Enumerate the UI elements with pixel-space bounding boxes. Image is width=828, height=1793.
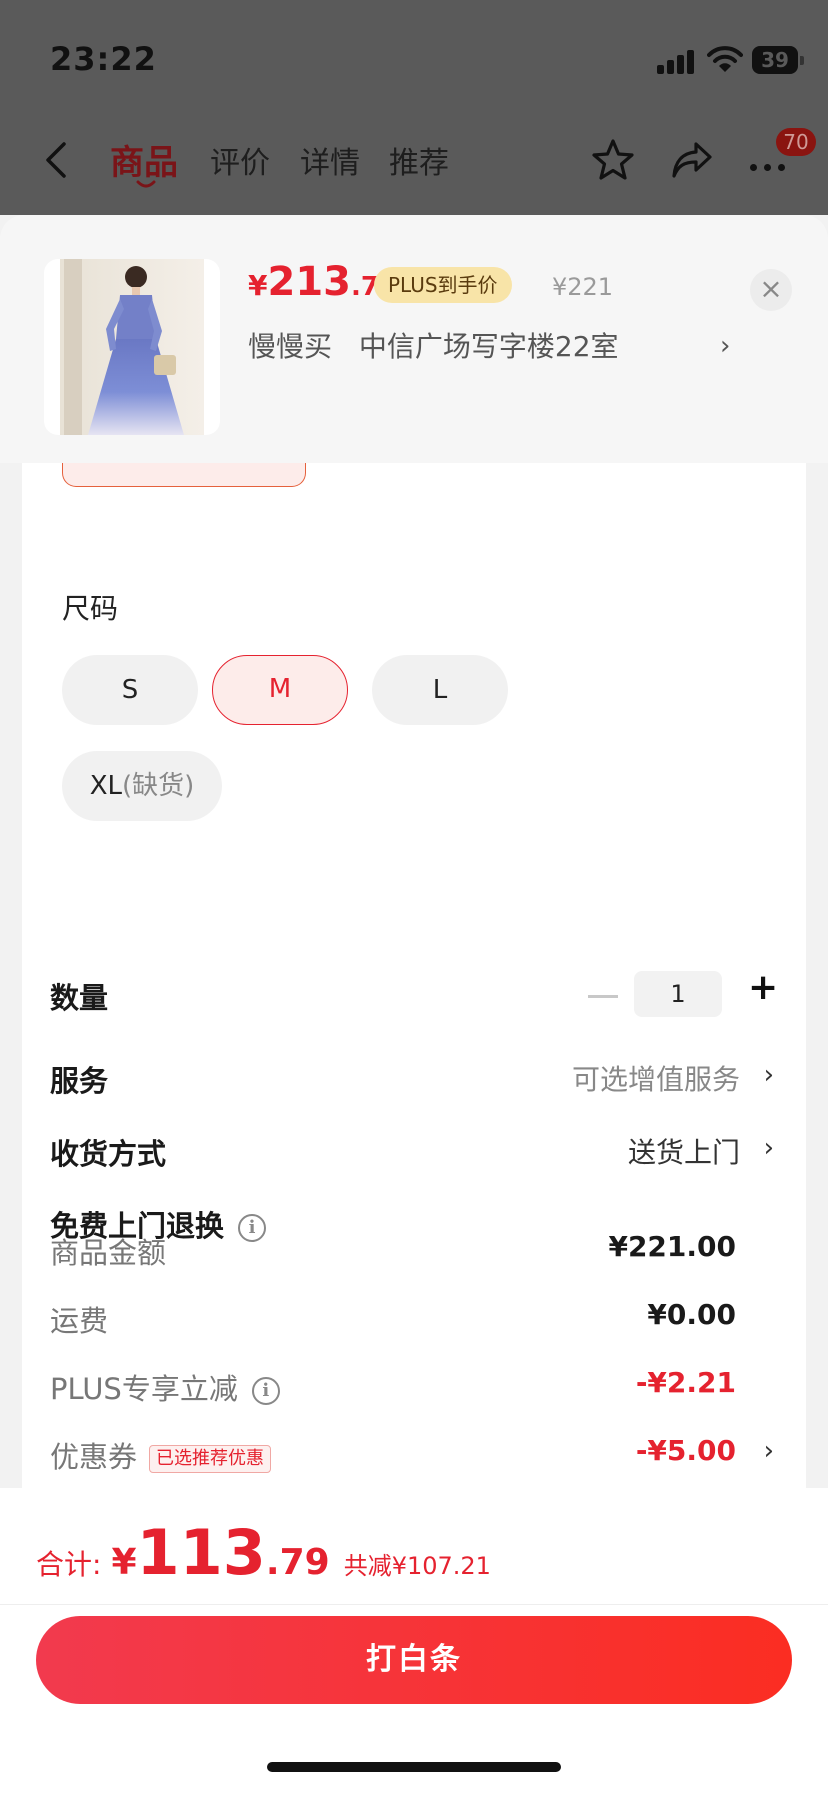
coupon-recommended-tag: 已选推荐优惠 <box>149 1445 272 1473</box>
pay-with-baitiao-button[interactable]: 打白条 <box>36 1616 792 1704</box>
chevron-right-icon[interactable]: › <box>764 1436 774 1466</box>
wifi-icon <box>707 46 743 72</box>
footer-divider <box>0 1604 828 1605</box>
dress-image <box>60 259 204 435</box>
returns-label: 免费上门退换 i <box>50 1203 267 1245</box>
chevron-right-icon[interactable]: › <box>720 331 730 361</box>
product-navbar: 商品 评价 详情 推荐 70 <box>0 120 828 200</box>
total-saved: 共减¥107.21 <box>343 1552 491 1580</box>
status-time: 23:22 <box>50 40 157 78</box>
star-icon[interactable] <box>590 138 636 182</box>
cart-count-badge: 70 <box>776 128 816 156</box>
tab-recommend[interactable]: 推荐 <box>389 138 449 182</box>
close-icon[interactable]: × <box>750 269 792 311</box>
status-bar: 23:22 39 <box>0 0 828 120</box>
returns-label-text: 免费上门退换 <box>50 1209 225 1243</box>
items-total-value: ¥221.00 <box>608 1230 736 1263</box>
price-currency: ¥ <box>248 269 268 302</box>
signal-icon <box>657 48 697 74</box>
info-icon[interactable]: i <box>238 1214 267 1242</box>
spec-card-extra <box>22 355 806 1178</box>
total-integer: 113 <box>136 1516 266 1589</box>
home-indicator <box>267 1762 561 1772</box>
total-currency: ¥ <box>111 1542 137 1583</box>
back-icon[interactable] <box>38 140 78 180</box>
plus-discount-value: -¥2.21 <box>635 1366 736 1399</box>
dimmed-background: 23:22 39 商品 评价 详情 推荐 70 <box>0 0 828 215</box>
original-price: ¥221 <box>552 273 614 301</box>
address-detail: 中信广场写字楼22室 <box>358 330 619 363</box>
product-thumbnail <box>44 259 220 435</box>
address-selector[interactable]: 慢慢买 中信广场写字楼22室 <box>248 325 619 365</box>
tab-product[interactable]: 商品 <box>110 135 178 184</box>
address-name: 慢慢买 <box>248 330 333 363</box>
battery-cap <box>800 56 804 65</box>
price-integer: 213 <box>267 259 351 305</box>
plus-discount-text: PLUS专享立减 <box>50 1372 238 1406</box>
coupon-label[interactable]: 优惠券 已选推荐优惠 <box>50 1434 272 1476</box>
total-row: 合计: ¥ 113 .79 共减¥107.21 <box>36 1516 491 1589</box>
tab-reviews[interactable]: 评价 <box>210 138 270 182</box>
tab-active-indicator <box>136 180 156 188</box>
checkout-footer: 合计: ¥ 113 .79 共减¥107.21 打白条 <box>0 1488 828 1793</box>
sheet-header: ¥ 213 .79 PLUS到手价 ¥221 慢慢买 中信广场写字楼22室 › … <box>0 215 828 463</box>
plus-price-tag: PLUS到手价 <box>374 267 512 303</box>
battery-icon: 39 <box>752 46 798 74</box>
share-icon[interactable] <box>670 140 714 180</box>
tab-details[interactable]: 详情 <box>300 138 360 182</box>
shipping-value: ¥0.00 <box>647 1298 736 1331</box>
total-label: 合计: <box>36 1548 102 1581</box>
shipping-label: 运费 <box>50 1304 109 1338</box>
coupon-text: 优惠券 <box>50 1440 138 1474</box>
plus-discount-label: PLUS专享立减 i <box>50 1366 280 1408</box>
more-icon[interactable] <box>750 156 792 175</box>
info-icon[interactable]: i <box>251 1377 280 1405</box>
coupon-value[interactable]: -¥5.00 <box>636 1434 736 1467</box>
total-decimal: .79 <box>265 1542 330 1583</box>
